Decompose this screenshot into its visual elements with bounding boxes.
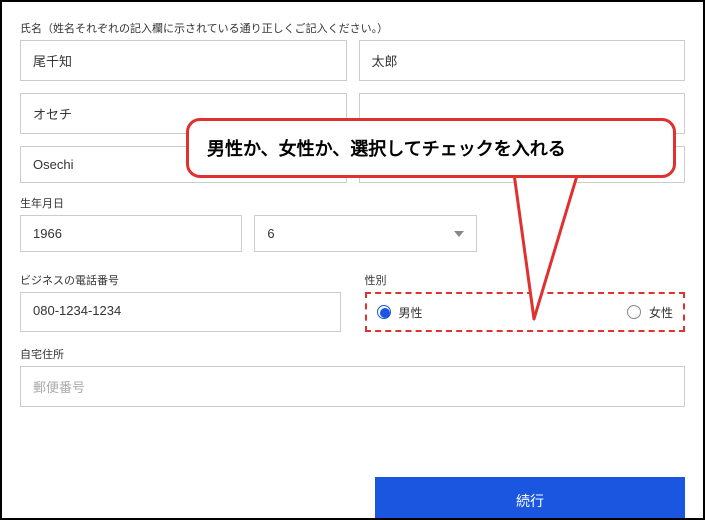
postal-code-input[interactable]: 郵便番号 <box>20 366 685 407</box>
dob-month-select[interactable]: 6 <box>254 215 476 252</box>
dob-year-input[interactable]: 1966 <box>20 215 242 252</box>
radio-selected-icon <box>377 305 391 319</box>
radio-unselected-icon <box>627 305 641 319</box>
gender-female-label: 女性 <box>649 304 673 321</box>
gender-male-label: 男性 <box>399 304 423 321</box>
callout-tail-icon <box>462 159 602 324</box>
gender-male-radio[interactable]: 男性 <box>377 304 423 321</box>
continue-button[interactable]: 続行 <box>375 477 685 520</box>
name-label: 氏名（姓名それぞれの記入欄に示されている通り正しくご記入ください。） <box>20 20 685 36</box>
family-kanji-input[interactable]: 尾千知 <box>20 40 347 81</box>
phone-label: ビジネスの電話番号 <box>20 272 341 288</box>
phone-input[interactable]: 080-1234-1234 <box>20 292 341 332</box>
gender-female-radio[interactable]: 女性 <box>627 304 673 321</box>
callout-bubble: 男性か、女性か、選択してチェックを入れる <box>186 118 676 178</box>
given-kanji-input[interactable]: 太郎 <box>359 40 686 81</box>
address-label: 自宅住所 <box>20 346 685 362</box>
form-frame: 氏名（姓名それぞれの記入欄に示されている通り正しくご記入ください。） 尾千知 太… <box>0 0 705 520</box>
